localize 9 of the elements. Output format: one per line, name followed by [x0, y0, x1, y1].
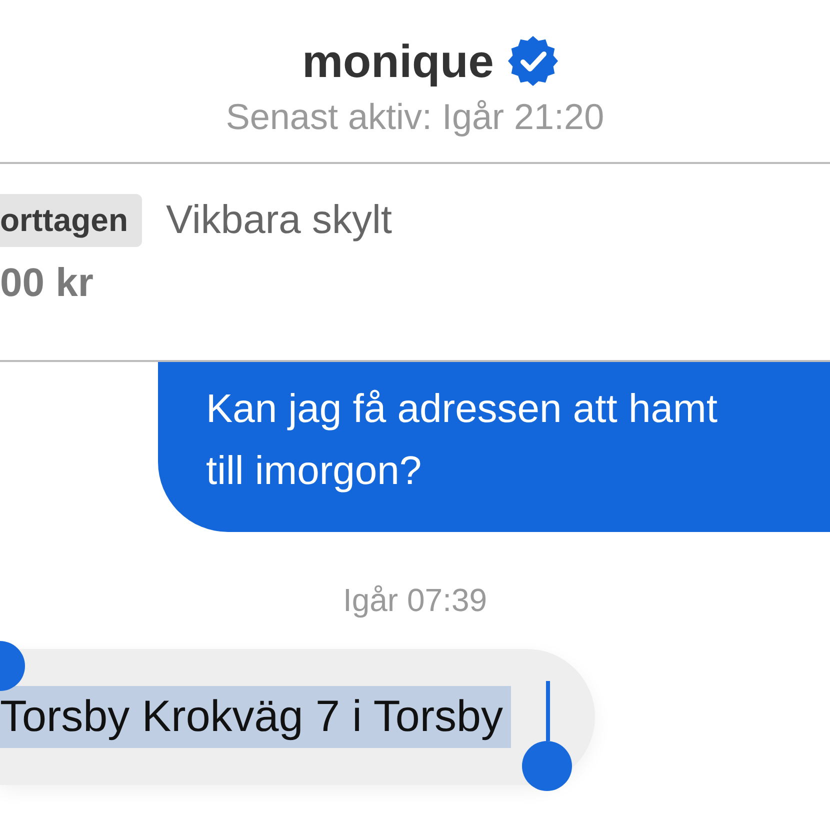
contact-name: monique: [302, 34, 494, 88]
listing-title[interactable]: Vikbara skylt: [166, 198, 392, 243]
listing-price: 00 kr: [0, 261, 94, 306]
message-timestamp: Igår 07:39: [342, 582, 488, 619]
message-text: Torsby Krokväg 7 i Torsby: [0, 686, 511, 748]
text-cursor: [546, 681, 550, 741]
sent-message-bubble: Kan jag få adressen att hamt till imorgon?: [158, 362, 830, 532]
status-tag: orttagen: [0, 194, 142, 247]
last-active-status: Senast aktiv: Igår 21:20: [226, 96, 604, 138]
